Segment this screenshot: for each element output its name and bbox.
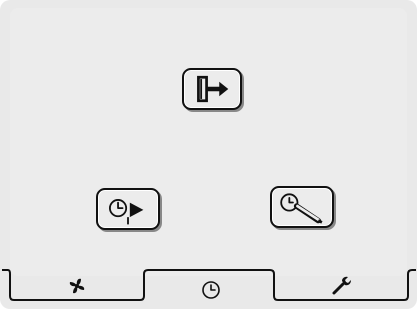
fan-icon: [69, 278, 85, 294]
clock-play-icon: [109, 199, 144, 225]
wrench-icon: [332, 276, 351, 295]
timer-play-button[interactable]: [96, 188, 160, 230]
tab-settings[interactable]: [274, 268, 408, 309]
tab-fan[interactable]: [10, 268, 144, 309]
exit-door-arrow-icon: [197, 75, 229, 103]
exit-button[interactable]: [182, 68, 242, 110]
tab-bar: [0, 268, 417, 309]
clock-pen-icon: [280, 193, 323, 224]
timer-set-button[interactable]: [270, 186, 334, 228]
main-panel: [10, 8, 407, 276]
tab-timer[interactable]: [146, 268, 272, 309]
device-screen: [0, 0, 417, 309]
clock-icon: [202, 281, 220, 299]
